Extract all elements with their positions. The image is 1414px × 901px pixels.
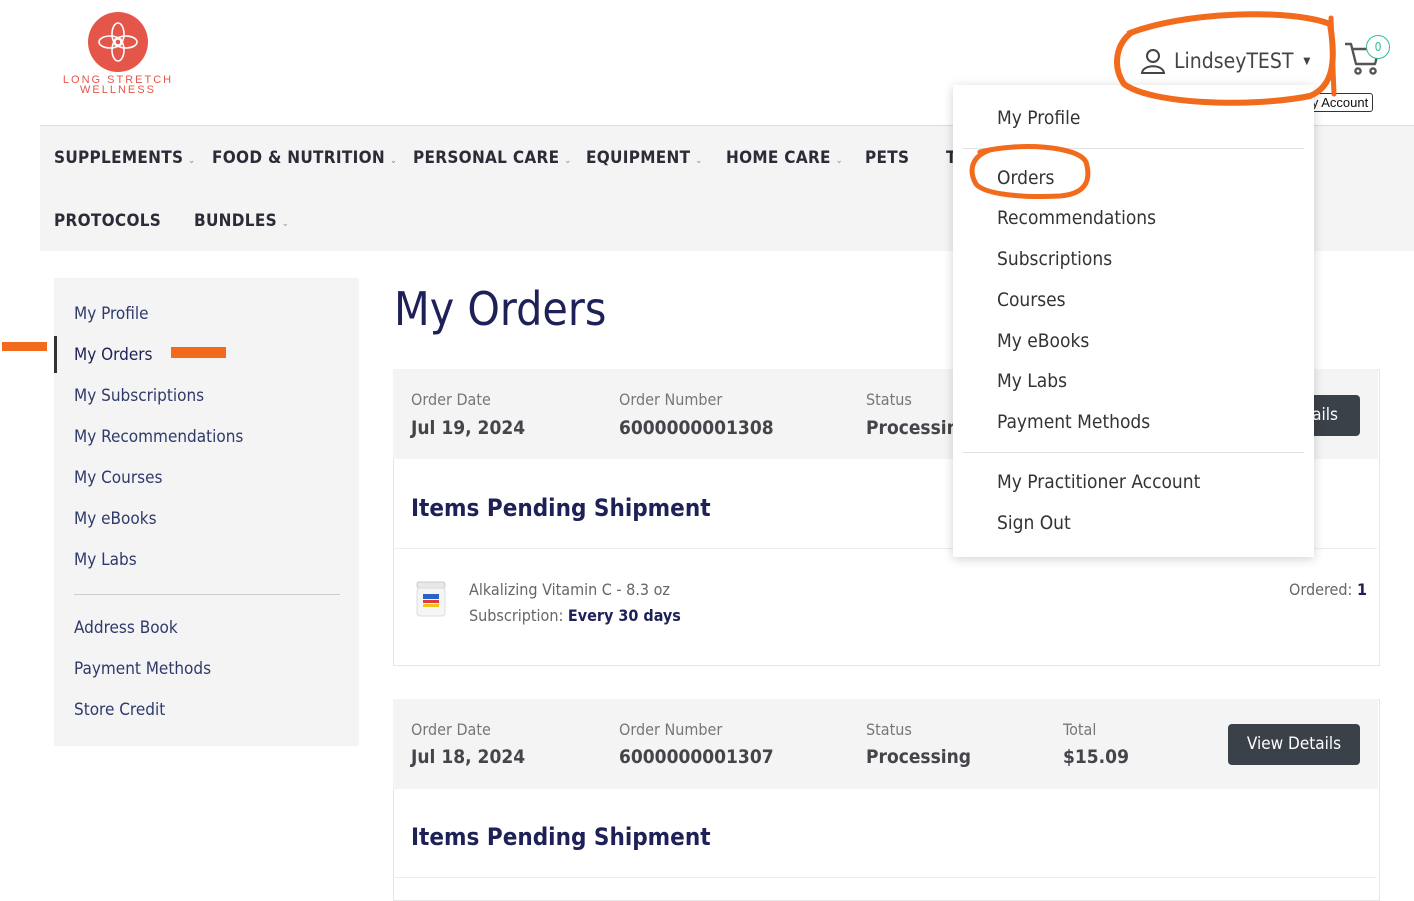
annotation-dash-left xyxy=(2,342,47,351)
annotation-dash-right xyxy=(171,347,226,358)
annotation-stroke-account xyxy=(1328,15,1337,97)
annotation-overlay xyxy=(969,11,1337,199)
annotation-circle-account xyxy=(1114,11,1336,106)
annotation-circle-orders xyxy=(969,144,1091,199)
